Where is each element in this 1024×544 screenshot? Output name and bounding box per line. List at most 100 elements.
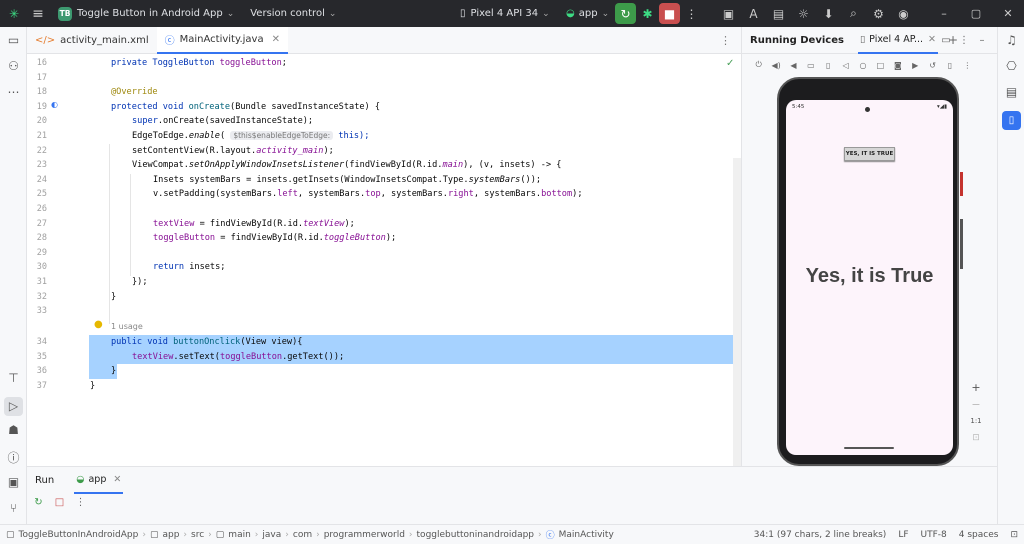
tab-activity-main-xml[interactable]: </> activity_main.xml (27, 27, 157, 54)
screen-record-icon[interactable]: ▶ (907, 61, 924, 70)
sdk-manager-icon[interactable]: ⬇ (818, 3, 839, 24)
device-tab-label: Pixel 4 AP... (869, 33, 924, 45)
rerun-icon[interactable]: ↻ (615, 3, 636, 24)
back-icon[interactable]: ◁ (837, 61, 854, 70)
breadcrumb-item[interactable]: programmerworld (324, 530, 405, 540)
run-tool-icon[interactable]: ▷ (4, 397, 23, 416)
tab-pixel-4[interactable]: ▯ Pixel 4 AP... ✕ (857, 27, 939, 54)
code-token: EdgeToEdge. (132, 131, 189, 141)
account-icon[interactable]: ◉ (893, 3, 914, 24)
project-switcher[interactable]: TB Toggle Button in Android App ⌄ (58, 6, 234, 21)
search-icon[interactable]: ⌕ (843, 3, 864, 24)
stop-icon[interactable]: □ (50, 497, 69, 508)
git-icon[interactable]: ⑂ (0, 501, 27, 515)
minimize-icon[interactable]: – (928, 7, 960, 20)
no-problems-check-icon[interactable]: ✓ (726, 58, 734, 69)
lock-icon[interactable]: ⊡ (1010, 530, 1018, 540)
layout-inspector-icon[interactable]: ▤ (768, 3, 789, 24)
tab-run-app[interactable]: ◒ app ✕ (74, 467, 124, 494)
logcat-icon[interactable]: ☗ (0, 423, 27, 437)
project-icon[interactable]: ▭ (0, 33, 27, 47)
gear-icon[interactable]: ⚙ (868, 3, 889, 24)
device-selector[interactable]: ▯ Pixel 4 API 34 ⌄ (460, 8, 550, 19)
rotate-left-icon[interactable]: ▭ (802, 61, 819, 70)
rerun-icon[interactable]: ↻ (29, 497, 48, 508)
toggle-button[interactable]: YES, IT IS TRUE (844, 147, 895, 161)
overview-icon[interactable]: □ (872, 61, 889, 70)
more-icon[interactable]: ⋮ (959, 61, 976, 70)
terminal-icon[interactable]: ▣ (0, 475, 27, 489)
debug-icon[interactable]: ✱ (637, 3, 658, 24)
problems-icon[interactable]: ⓘ (0, 449, 27, 466)
cursor-position[interactable]: 34:1 (97 chars, 2 line breaks) (754, 530, 887, 540)
screenshot-icon[interactable]: ◙ (889, 61, 906, 70)
power-button (960, 172, 963, 196)
minimize-icon[interactable]: – (973, 35, 991, 46)
override-marker-icon[interactable]: ◐ (51, 100, 58, 109)
chevron-right-icon: › (538, 529, 542, 540)
breadcrumb-item[interactable]: src (191, 530, 204, 540)
tabs-more-icon[interactable]: ⋮ (720, 34, 731, 47)
resource-manager-icon[interactable]: ⚇ (0, 59, 27, 73)
home-icon[interactable]: ○ (854, 61, 871, 70)
file-encoding[interactable]: UTF-8 (921, 530, 947, 540)
stop-icon[interactable]: ■ (659, 3, 680, 24)
more-icon[interactable]: ⋮ (71, 497, 90, 508)
code-token: textView (153, 218, 195, 229)
usage-hint[interactable]: 1 usage (111, 322, 143, 331)
notifications-icon[interactable]: ♫ (998, 33, 1024, 47)
breadcrumb-item[interactable]: main (228, 530, 251, 540)
breadcrumb-item[interactable]: com (293, 530, 312, 540)
title-bar: ✳ ≡ TB Toggle Button in Android App ⌄ Ve… (0, 0, 1024, 27)
close-icon[interactable]: ✕ (928, 34, 936, 45)
more-icon[interactable]: ⋮ (681, 3, 702, 24)
breadcrumb-item[interactable]: MainActivity (559, 530, 614, 540)
code-token: ; (281, 58, 287, 68)
code-token: super (132, 116, 158, 127)
volume-up-icon[interactable]: ◀) (767, 61, 784, 70)
sync-icon[interactable]: ☼ (793, 3, 814, 24)
volume-down-icon[interactable]: ◀ (785, 61, 802, 70)
code-token: protected void (111, 101, 189, 112)
breadcrumb-item[interactable]: ToggleButtonInAndroidApp (19, 530, 139, 540)
close-icon[interactable]: ✕ (992, 7, 1024, 20)
extended-controls-icon[interactable]: ▯ (941, 61, 958, 70)
more-tools-icon[interactable]: ⋯ (0, 85, 27, 99)
reset-icon[interactable]: ↺ (924, 61, 941, 70)
line-number: 17 (36, 72, 47, 83)
zoom-in-icon[interactable]: + (971, 379, 980, 396)
run-config-selector[interactable]: ◒ app ⌄ (566, 8, 609, 19)
breadcrumb-item[interactable]: togglebuttoninandroidapp (417, 530, 534, 540)
code-editor[interactable]: 16 17 18 19 20 21 22 23 24 25 26 27 28 2… (27, 54, 741, 466)
layout-icon[interactable]: ▭ (937, 35, 955, 46)
running-devices-icon[interactable]: ▯ (1002, 111, 1021, 130)
home-indicator[interactable] (844, 447, 894, 449)
status-time: 5:45 (792, 104, 805, 110)
build-icon[interactable]: ⊤ (0, 371, 27, 385)
breadcrumb-item[interactable]: app (162, 530, 179, 540)
editor-scrollbar[interactable] (733, 158, 741, 466)
gradle-icon[interactable]: ⎔ (998, 59, 1024, 73)
rotate-right-icon[interactable]: ▯ (820, 61, 837, 70)
zoom-actual-size[interactable]: 1:1 (970, 413, 981, 430)
breadcrumb-item[interactable]: java (262, 530, 281, 540)
line-separator[interactable]: LF (898, 530, 908, 540)
power-icon[interactable]: ⏻ (750, 60, 767, 70)
zoom-fit-icon[interactable]: ⊡ (972, 430, 980, 447)
translate-icon[interactable]: A (743, 3, 764, 24)
close-icon[interactable]: ✕ (272, 34, 280, 45)
android-studio-icon[interactable]: ✳ (0, 7, 28, 21)
tab-mainactivity-java[interactable]: ⓒ MainActivity.java ✕ (156, 26, 288, 54)
device-manager-icon[interactable]: ▣ (718, 3, 739, 24)
main-menu-icon[interactable]: ≡ (28, 6, 48, 22)
run-tab-label: app (88, 474, 107, 485)
phone-screen[interactable]: 5:45 ▾◢▮ YES, IT IS TRUE Yes, it is True (786, 100, 953, 455)
indent-setting[interactable]: 4 spaces (959, 530, 999, 540)
version-control-menu[interactable]: Version control ⌄ (250, 8, 336, 19)
device-explorer-icon[interactable]: ▤ (998, 85, 1024, 99)
more-icon[interactable]: ⋮ (955, 35, 973, 46)
code-content[interactable]: private ToggleButton toggleButton; @Over… (89, 54, 741, 466)
maximize-icon[interactable]: ▢ (960, 7, 992, 20)
close-icon[interactable]: ✕ (113, 474, 121, 485)
zoom-out-icon[interactable]: − (971, 396, 980, 413)
